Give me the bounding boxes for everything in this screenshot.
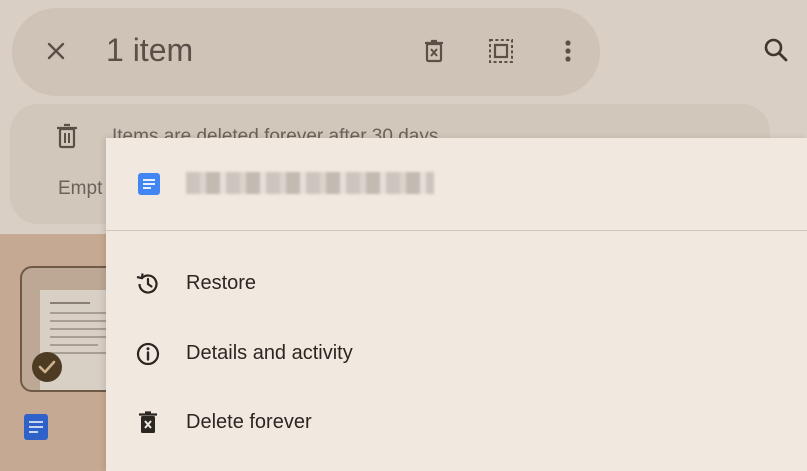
- menu-item-restore[interactable]: Restore: [106, 253, 807, 315]
- menu-icon-details: [134, 340, 162, 368]
- delete-forever-icon: [425, 39, 443, 63]
- close-icon: [47, 42, 65, 60]
- empty-trash-button[interactable]: Empt: [58, 178, 102, 200]
- select-all-button[interactable]: [479, 29, 523, 73]
- trash-icon: [57, 123, 77, 149]
- menu-item-details[interactable]: Details and activity: [106, 323, 807, 385]
- google-docs-icon: [24, 414, 48, 440]
- close-selection-button[interactable]: [34, 29, 78, 73]
- file-name-redacted: [186, 172, 434, 194]
- menu-label-delete-forever: Delete forever: [186, 411, 312, 433]
- trash-banner-icon: [54, 122, 80, 155]
- menu-label-details: Details and activity: [186, 342, 353, 364]
- more-vert-icon: [565, 40, 571, 62]
- info-icon: [136, 342, 160, 366]
- search-button[interactable]: [754, 28, 798, 72]
- menu-icon-delete-forever: [134, 409, 162, 437]
- search-icon: [764, 38, 788, 62]
- google-docs-icon: [138, 173, 160, 195]
- file-type-badge: [24, 414, 48, 440]
- more-options-button[interactable]: [546, 29, 590, 73]
- delete-forever-button[interactable]: [412, 29, 456, 73]
- sheet-divider: [106, 230, 807, 231]
- file-actions-sheet: Restore Details and activity Delete fore…: [106, 138, 807, 471]
- sheet-file-type: [138, 173, 160, 195]
- sheet-header: [106, 138, 807, 230]
- menu-item-delete-forever[interactable]: Delete forever: [106, 392, 807, 454]
- delete-forever-icon: [139, 411, 157, 433]
- selected-check-badge: [32, 352, 62, 382]
- check-icon: [38, 360, 56, 374]
- menu-icon-restore: [134, 270, 162, 298]
- top-app-bar: 1 item: [0, 0, 807, 100]
- select-all-icon: [489, 39, 513, 63]
- menu-label-restore: Restore: [186, 272, 257, 294]
- restore-history-icon: [136, 273, 158, 294]
- selection-count: 1 item: [106, 32, 194, 68]
